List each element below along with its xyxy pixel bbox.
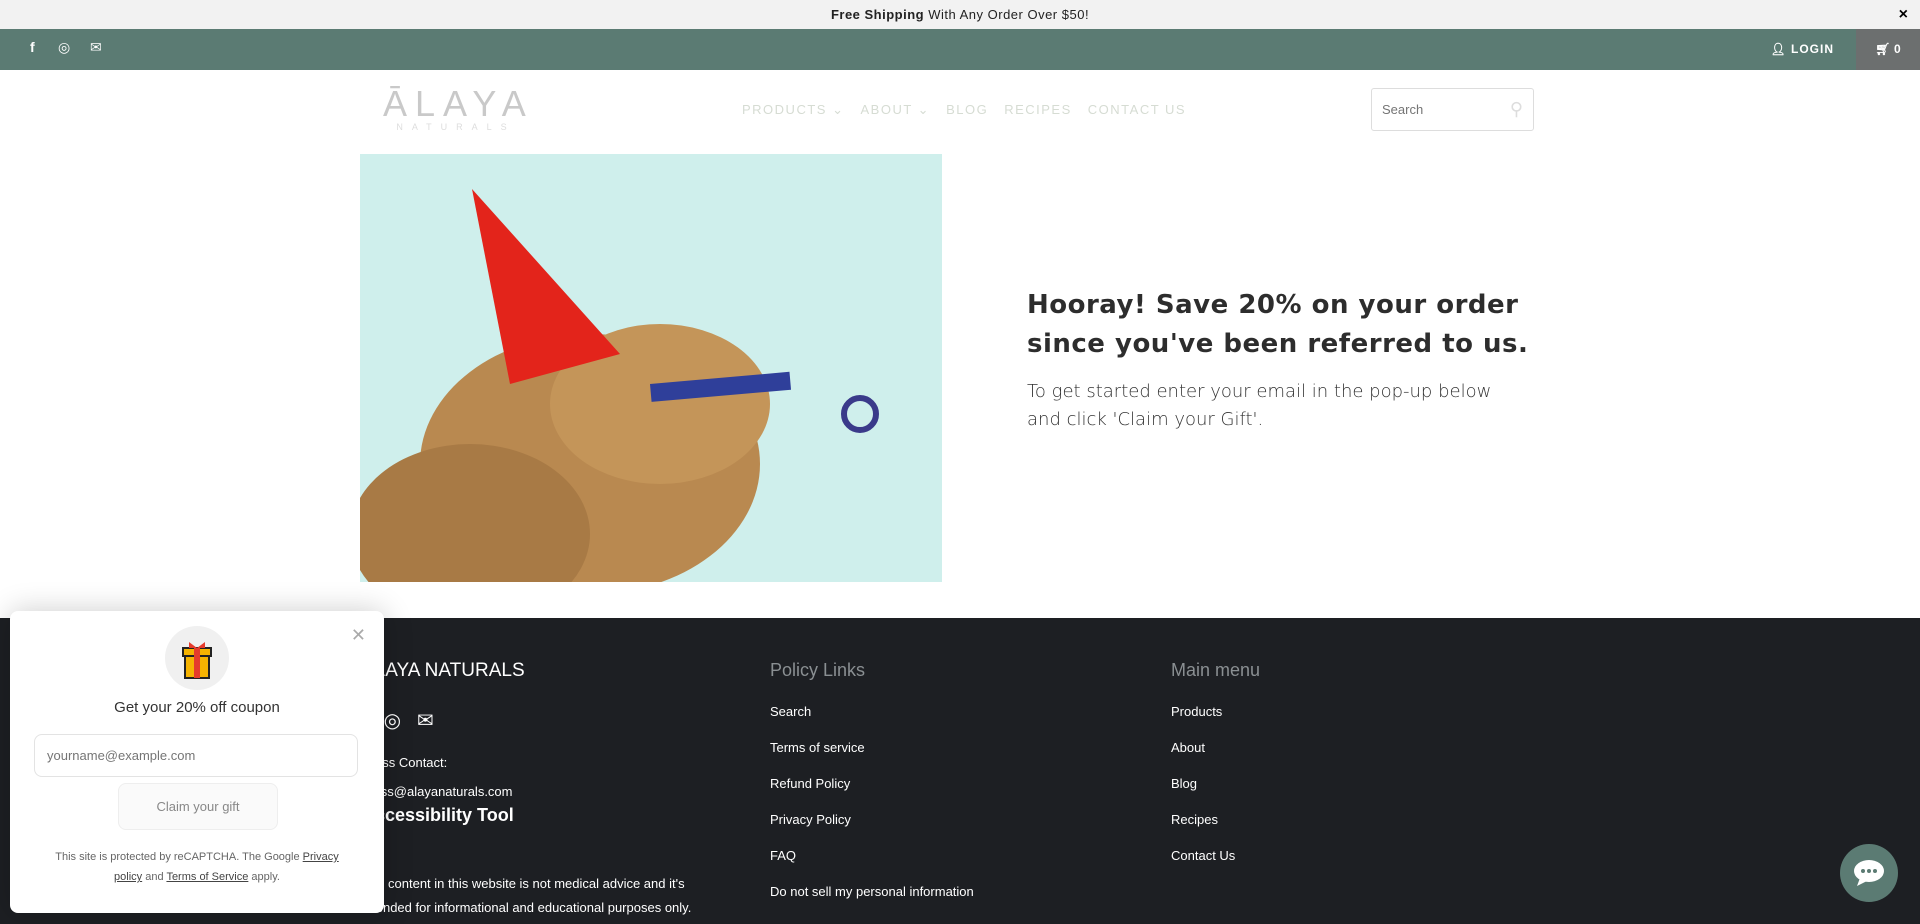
footer-link-refund[interactable]: Refund Policy — [770, 775, 974, 811]
main-menu-col: Main menu Products About Blog Recipes Co… — [1171, 660, 1260, 883]
announcement-text: With Any Order Over $50! — [924, 7, 1090, 22]
search-input[interactable] — [1372, 89, 1492, 130]
policy-heading: Policy Links — [770, 660, 866, 680]
coupon-popup: ✕ Get your 20% off coupon Claim your gif… — [10, 611, 384, 913]
claim-gift-button[interactable]: Claim your gift — [118, 783, 278, 830]
hero-image-dog-party-hat — [360, 154, 942, 582]
facebook-icon[interactable]: f — [30, 39, 35, 55]
cart-icon: 🛒︎ — [1875, 42, 1894, 56]
nav-label: ABOUT — [860, 102, 913, 117]
close-popup-icon[interactable]: ✕ — [351, 625, 366, 646]
terms-link[interactable]: Terms of Service — [166, 871, 248, 883]
email-input[interactable] — [34, 734, 358, 777]
announcement-bar: Free Shipping With Any Order Over $50! — [0, 0, 1920, 29]
nav-contact[interactable]: CONTACT US — [1088, 102, 1186, 118]
contact-label: Press Contact: — [362, 755, 448, 770]
disclaimer: The content in this website is not medic… — [362, 876, 692, 915]
search-box: ⚲ — [1371, 88, 1534, 131]
chat-button[interactable] — [1840, 844, 1898, 902]
nav-label: PRODUCTS — [742, 102, 827, 117]
chat-icon — [1854, 860, 1884, 886]
login-label: LOGIN — [1791, 42, 1834, 56]
cart-count: 0 — [1893, 42, 1901, 56]
popup-title: Get your 20% off coupon — [114, 699, 280, 716]
footer-brand-col: ALAYA NATURALS f ◎ ✉ Press Contact: pres… — [362, 660, 742, 920]
nav-products[interactable]: PRODUCTS ⌄ — [742, 102, 844, 118]
top-bar: f ◎ ✉ 👤︎ LOGIN 🛒︎ 0 — [0, 29, 1920, 70]
chevron-down-icon: ⌄ — [832, 102, 845, 117]
footer-link-contact[interactable]: Contact Us — [1171, 847, 1260, 883]
legal-text: This site is protected by reCAPTCHA. The… — [55, 851, 303, 863]
legal-text: and — [142, 871, 167, 883]
main-nav: PRODUCTS ⌄ ABOUT ⌄ BLOG RECIPES CONTACT … — [742, 102, 1186, 118]
footer-link-do-not-sell[interactable]: Do not sell my personal information — [770, 883, 974, 919]
search-icon[interactable]: ⚲ — [1510, 99, 1523, 120]
user-icon: 👤︎ — [1770, 42, 1791, 56]
login-link[interactable]: 👤︎ LOGIN — [1770, 29, 1834, 70]
footer-link-recipes[interactable]: Recipes — [1171, 811, 1260, 847]
accessibility-tool-link[interactable]: Accessibility Tool — [362, 805, 742, 826]
footer-link-faq[interactable]: FAQ — [770, 847, 974, 883]
gift-icon — [165, 626, 229, 690]
hero-title: Hooray! Save 20% on your order since you… — [1027, 290, 1529, 359]
close-announcement-icon[interactable]: × — [1899, 0, 1908, 29]
footer-link-products[interactable]: Products — [1171, 703, 1260, 739]
nav-about[interactable]: ABOUT ⌄ — [860, 102, 930, 118]
footer-link-search[interactable]: Search — [770, 703, 974, 739]
instagram-icon[interactable]: ◎ — [384, 708, 401, 733]
instagram-icon[interactable]: ◎ — [58, 39, 70, 56]
mail-icon[interactable]: ✉ — [90, 39, 102, 56]
footer-brand: ALAYA NATURALS — [362, 660, 525, 681]
footer-link-privacy[interactable]: Privacy Policy — [770, 811, 974, 847]
policy-links-col: Policy Links Search Terms of service Ref… — [770, 660, 974, 919]
contact-email[interactable]: press@alayanaturals.com — [362, 784, 742, 799]
footer-link-terms[interactable]: Terms of service — [770, 739, 974, 775]
nav-recipes[interactable]: RECIPES — [1004, 102, 1072, 118]
announcement-bold: Free Shipping — [830, 7, 925, 22]
footer-link-about[interactable]: About — [1171, 739, 1260, 775]
logo-main: ĀLAYA — [383, 83, 534, 124]
legal-text: apply. — [248, 871, 280, 883]
menu-heading: Main menu — [1171, 660, 1261, 680]
nav-blog[interactable]: BLOG — [946, 102, 988, 118]
chevron-down-icon: ⌄ — [917, 102, 931, 117]
logo[interactable]: ĀLAYA NATURALS — [383, 83, 534, 133]
recaptcha-notice: This site is protected by reCAPTCHA. The… — [40, 847, 354, 887]
footer-link-blog[interactable]: Blog — [1171, 775, 1260, 811]
mail-icon[interactable]: ✉ — [417, 708, 434, 733]
logo-sub: NATURALS — [396, 122, 516, 132]
cart-button[interactable]: 🛒︎ 0 — [1856, 29, 1920, 70]
hero-text: To get started enter your email in the p… — [1027, 381, 1492, 430]
